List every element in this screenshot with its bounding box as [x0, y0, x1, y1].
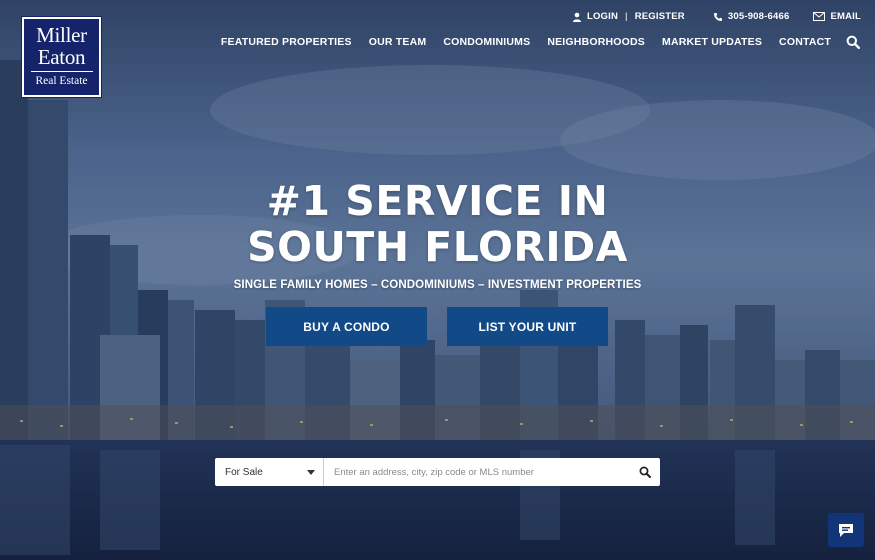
- email-link[interactable]: EMAIL: [813, 11, 861, 22]
- utility-separator: |: [625, 11, 628, 22]
- nav-item-condominiums[interactable]: CONDOMINIUMS: [443, 36, 530, 48]
- phone-link[interactable]: 305-908-6466: [713, 11, 790, 22]
- phone-icon: [713, 12, 722, 21]
- nav-item-our-team[interactable]: OUR TEAM: [369, 36, 427, 48]
- hero-headline-line-1: #1 SERVICE IN: [266, 177, 609, 225]
- list-unit-button[interactable]: LIST YOUR UNIT: [447, 307, 608, 346]
- phone-number: 305-908-6466: [727, 11, 790, 22]
- utility-bar: LOGIN | REGISTER 305-908-6466 EMAIL: [572, 11, 861, 22]
- property-search-input[interactable]: [324, 458, 630, 486]
- email-label: EMAIL: [830, 11, 861, 22]
- hero-subline: SINGLE FAMILY HOMES – CONDOMINIUMS – INV…: [233, 279, 642, 291]
- nav-item-contact[interactable]: CONTACT: [779, 36, 831, 48]
- logo-rule: [30, 71, 93, 72]
- search-icon: [639, 466, 651, 478]
- login-label: LOGIN: [586, 11, 619, 22]
- login-link[interactable]: LOGIN: [572, 11, 618, 22]
- property-search-bar: For Sale: [215, 458, 660, 486]
- nav-item-market-updates[interactable]: MARKET UPDATES: [662, 36, 762, 48]
- envelope-icon: [813, 12, 826, 21]
- hero-headline: #1 SERVICE IN SOUTH FLORIDA: [0, 178, 875, 270]
- user-icon: [572, 12, 581, 22]
- hero-headline-line-2: SOUTH FLORIDA: [247, 223, 628, 271]
- buy-condo-button[interactable]: BUY A CONDO: [266, 307, 427, 346]
- nav-search-button[interactable]: [846, 35, 860, 49]
- listing-type-select[interactable]: For Sale: [215, 458, 324, 486]
- chat-widget-button[interactable]: [828, 513, 864, 547]
- logo-line-1: Miller: [36, 23, 87, 47]
- listing-type-value: For Sale: [225, 466, 263, 478]
- chat-icon: [839, 523, 853, 537]
- nav-item-featured-properties[interactable]: FEATURED PROPERTIES: [221, 36, 352, 48]
- nav-item-neighborhoods[interactable]: NEIGHBORHOODS: [547, 36, 645, 48]
- logo-line-3: Real Estate: [35, 75, 88, 87]
- property-search-submit[interactable]: [630, 458, 660, 486]
- brand-logo[interactable]: Miller Eaton Real Estate: [21, 16, 102, 98]
- logo-line-2: Eaton: [37, 45, 86, 69]
- register-label: REGISTER: [634, 11, 685, 22]
- chevron-down-icon: [307, 469, 315, 475]
- main-nav: FEATURED PROPERTIES OUR TEAM CONDOMINIUM…: [204, 35, 860, 49]
- search-icon: [846, 35, 860, 49]
- register-link[interactable]: REGISTER: [635, 11, 685, 22]
